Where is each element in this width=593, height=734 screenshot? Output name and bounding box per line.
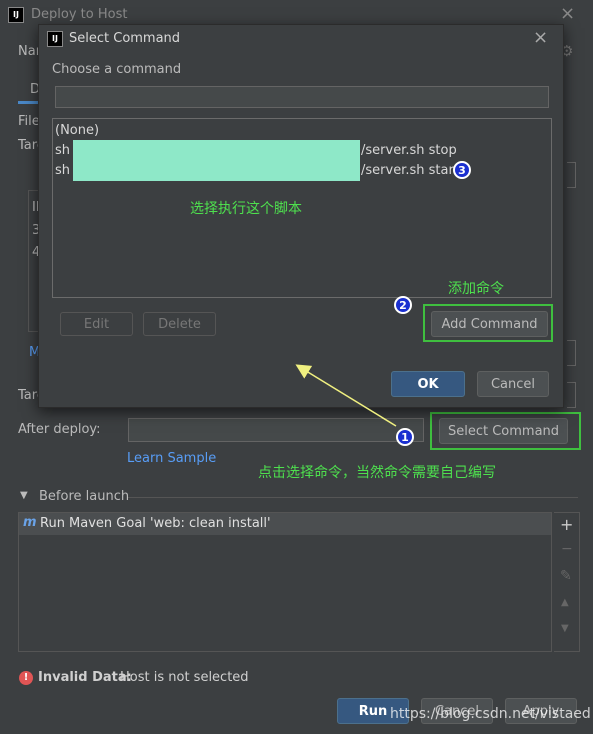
annotation-arrow (295, 364, 397, 427)
watermark: https://blog.csdn.net/vistaed (390, 706, 591, 722)
